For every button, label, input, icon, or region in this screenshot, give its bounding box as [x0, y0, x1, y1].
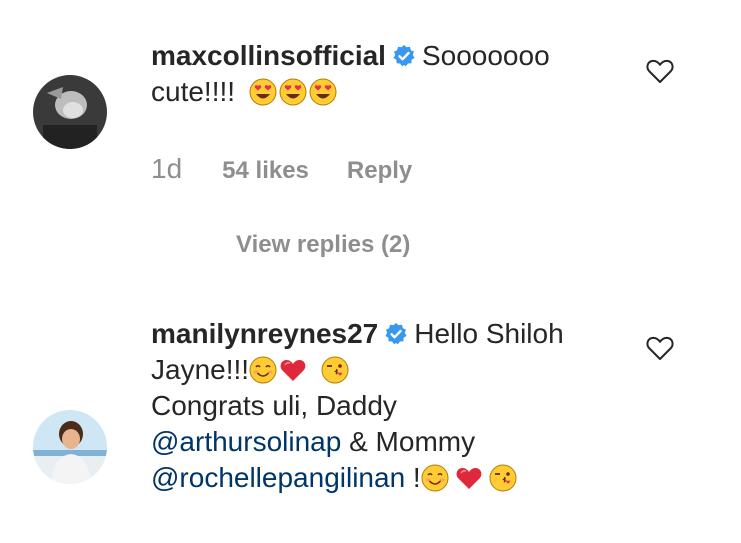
- red-heart-emoji-icon: [456, 467, 482, 489]
- comment-text: Congrats uli, Daddy: [151, 390, 397, 421]
- smiling-face-emoji-icon: [249, 356, 277, 384]
- red-heart-emoji-icon: [280, 359, 306, 381]
- heart-outline-icon[interactable]: [645, 56, 675, 86]
- comment-likes[interactable]: 54 likes: [222, 157, 309, 185]
- username[interactable]: maxcollinsofficial: [151, 40, 386, 71]
- comment-text: Jayne!!!: [151, 354, 250, 385]
- mention-link[interactable]: @rochellepangilinan: [151, 462, 405, 493]
- comment-text: Hello Shiloh: [414, 318, 564, 349]
- avatar-image: [33, 410, 107, 484]
- avatar-maxcollinsofficial[interactable]: [33, 75, 107, 149]
- heart-outline-icon[interactable]: [645, 333, 675, 363]
- view-replies-button[interactable]: View replies (2): [236, 231, 410, 259]
- mention-link[interactable]: @arthursolinap: [151, 426, 341, 457]
- comment-body: maxcollinsofficial Sooooooo cute!!!!: [151, 38, 621, 110]
- comment-meta: 1d 54 likes Reply: [151, 153, 412, 185]
- heart-eyes-emoji-icon: [309, 78, 337, 106]
- comment-text: cute!!!!: [151, 76, 236, 107]
- reply-button[interactable]: Reply: [347, 157, 412, 185]
- username[interactable]: manilynreynes27: [151, 318, 378, 349]
- avatar-manilynreynes27[interactable]: [33, 410, 107, 484]
- comment-text: !: [405, 462, 421, 493]
- comment-text: & Mommy: [341, 426, 476, 457]
- comment-1: maxcollinsofficial Sooooooo cute!!!! 1d 5…: [0, 0, 741, 290]
- smiling-face-emoji-icon: [421, 464, 449, 492]
- comment-body: manilynreynes27 Hello Shiloh Jayne!!! Con…: [151, 316, 621, 496]
- verified-badge-icon: [385, 323, 407, 345]
- heart-eyes-emoji-icon: [249, 78, 277, 106]
- heart-eyes-emoji-icon: [279, 78, 307, 106]
- comment-text: Sooooooo: [421, 40, 550, 71]
- avatar-image: [33, 75, 107, 149]
- comment-2: manilynreynes27 Hello Shiloh Jayne!!! Con…: [0, 290, 741, 543]
- verified-badge-icon: [393, 45, 415, 67]
- wink-kiss-emoji-icon: [321, 356, 349, 384]
- comment-time[interactable]: 1d: [151, 153, 182, 185]
- wink-kiss-emoji-icon: [489, 464, 517, 492]
